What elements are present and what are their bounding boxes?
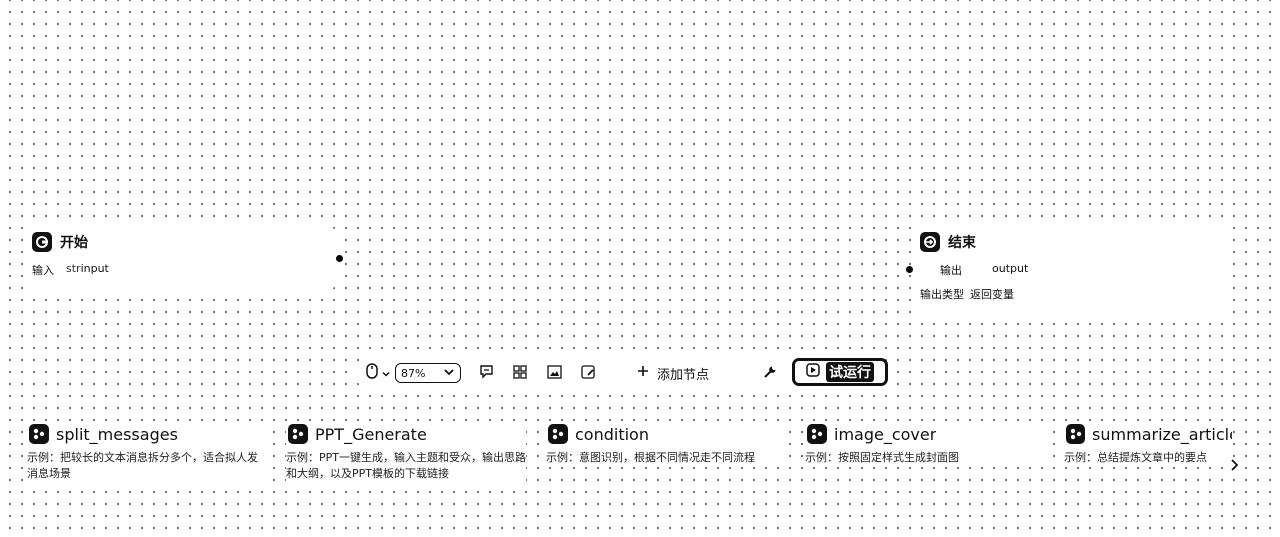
zoom-chevron-icon [443, 367, 455, 380]
zoom-value: 87% [401, 366, 426, 380]
add-node-button[interactable]: 添加节点 [637, 364, 709, 383]
start-input-label: 输入 [32, 264, 54, 277]
chevron-down-icon [381, 364, 391, 383]
interaction-mode-button[interactable] [366, 358, 391, 388]
layout-button[interactable] [507, 358, 533, 388]
template-title: condition [575, 424, 649, 444]
wrench-icon [763, 364, 777, 383]
template-card[interactable]: PPT_Generate 示例：PPT一键生成，输入主题和受众，输出思路和大纲，… [286, 424, 526, 482]
start-input-type: str [66, 262, 81, 275]
template-description: 示例：按照固定样式生成封面图 [805, 451, 959, 464]
template-card[interactable]: image_cover 示例：按照固定样式生成封面图 [805, 424, 1045, 466]
edit-box-icon [580, 364, 596, 383]
template-title: PPT_Generate [315, 424, 427, 444]
template-description: 示例：意图识别，根据不同情况走不同流程 [546, 451, 755, 464]
end-output-label: 输出 [940, 264, 962, 277]
plus-icon [637, 365, 649, 381]
end-output-name: output [992, 262, 1029, 275]
template-description: 示例：总结提炼文章中的要点 [1064, 451, 1207, 464]
image-icon [546, 364, 562, 383]
template-description: 示例：PPT一键生成，输入主题和受众，输出思路和大纲，以及PPT模板的下载链接 [286, 451, 526, 480]
comment-button[interactable] [473, 358, 499, 388]
end-node-input-handle[interactable] [906, 266, 913, 273]
mouse-icon [366, 363, 378, 383]
start-input-name: input [80, 262, 109, 275]
templates-next-button[interactable] [1229, 457, 1239, 476]
template-card[interactable]: condition 示例：意图识别，根据不同情况走不同流程 [546, 424, 786, 466]
template-title: summarize_article [1092, 424, 1232, 444]
test-run-label: 试运行 [826, 362, 874, 382]
start-node-title: 开始 [60, 235, 88, 251]
end-node-icon [920, 232, 940, 252]
end-node-title: 结束 [948, 235, 976, 251]
template-description: 示例：把较长的文本消息拆分多个，适合拟人发消息场景 [27, 451, 258, 480]
workflow-icon [548, 424, 568, 444]
workflow-icon [1066, 424, 1086, 444]
start-node[interactable]: 开始 输入 strinput [24, 226, 336, 290]
zoom-select[interactable]: 87% [395, 363, 461, 383]
comment-icon [479, 364, 494, 383]
play-icon [806, 363, 820, 381]
template-title: split_messages [56, 424, 178, 444]
export-button[interactable] [575, 358, 601, 388]
add-node-label: 添加节点 [657, 367, 710, 383]
end-node[interactable]: 结束 输出 output 输出类型 返回变量 [912, 226, 1232, 316]
start-node-output-handle[interactable] [336, 255, 343, 262]
end-output-type-value: 返回变量 [970, 288, 1014, 301]
workflow-icon [288, 424, 308, 444]
grid-icon [513, 364, 527, 383]
end-output-type-label: 输出类型 [920, 288, 964, 301]
debug-button[interactable] [757, 358, 783, 388]
template-title: image_cover [834, 424, 937, 444]
test-run-button[interactable]: 试运行 [792, 358, 888, 386]
workflow-icon [807, 424, 827, 444]
workflow-icon [29, 424, 49, 444]
template-card[interactable]: summarize_article 示例：总结提炼文章中的要点 [1064, 424, 1232, 466]
start-node-icon [32, 232, 52, 252]
minimap-button[interactable] [541, 358, 567, 388]
template-card[interactable]: split_messages 示例：把较长的文本消息拆分多个，适合拟人发消息场景 [27, 424, 267, 482]
